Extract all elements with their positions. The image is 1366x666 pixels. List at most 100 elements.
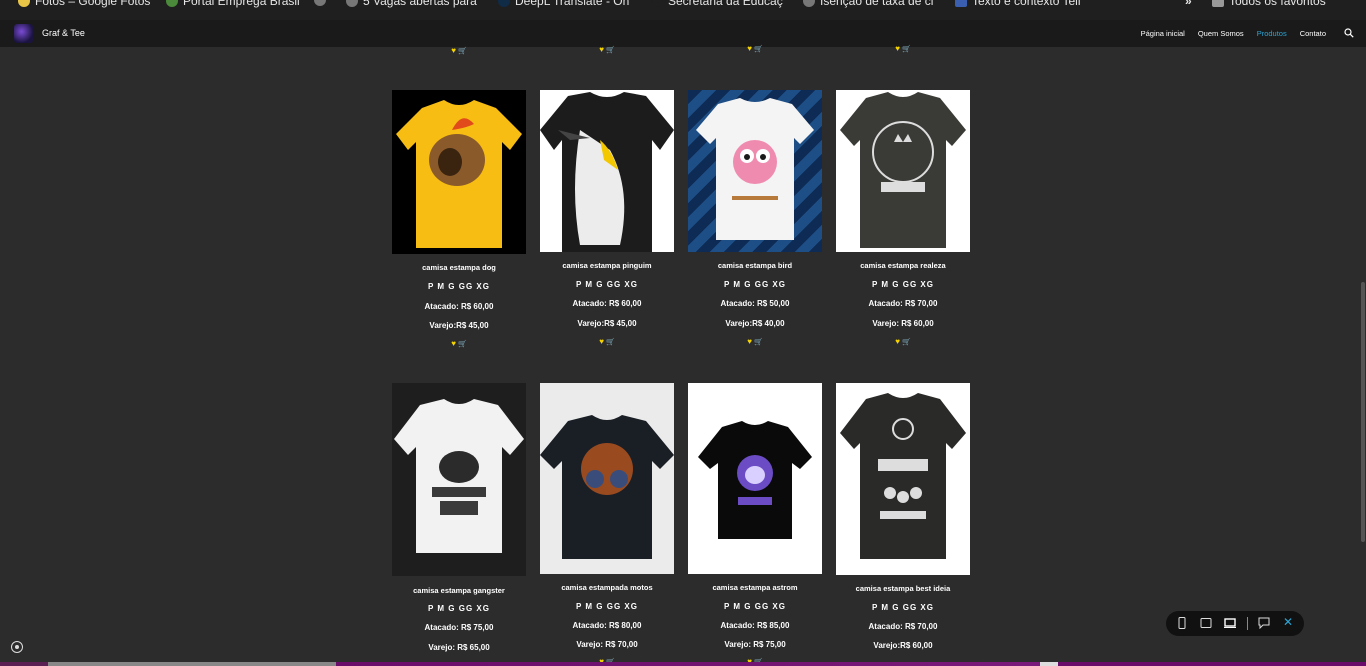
product-sizes: P M G GG XG	[872, 280, 934, 289]
nav-home[interactable]: Página inicial	[1141, 29, 1185, 38]
cart-icon[interactable]: 🛒	[458, 340, 467, 348]
desktop-view-icon[interactable]	[1224, 617, 1236, 629]
nav-about[interactable]: Quem Somos	[1198, 29, 1244, 38]
product-actions: ♥🛒	[688, 44, 822, 53]
product-name[interactable]: camisa estampa best ideia	[836, 584, 970, 593]
product-name[interactable]: camisa estampa pinguim	[540, 261, 674, 270]
scrollbar-thumb[interactable]	[1361, 282, 1365, 542]
bookmark-item[interactable]: Isenção de taxa de ci	[803, 0, 933, 8]
cart-icon[interactable]: 🛒	[754, 45, 763, 53]
product-sizes: P M G GG XG	[428, 282, 490, 291]
close-icon[interactable]: ✕	[1283, 615, 1295, 629]
cart-icon[interactable]: 🛒	[754, 338, 763, 346]
cart-icon[interactable]: 🛒	[458, 47, 467, 55]
site-brand[interactable]: Graf & Tee	[42, 28, 85, 38]
product-actions: ♥🛒	[540, 337, 674, 346]
product-actions: ♥🛒	[688, 337, 822, 346]
product-price-wholesale: Atacado: R$ 80,00	[572, 621, 642, 630]
heart-icon[interactable]: ♥	[599, 337, 604, 346]
product-image[interactable]	[540, 90, 674, 252]
mobile-view-icon[interactable]	[1176, 617, 1188, 629]
bookmark-item[interactable]: DeepL Translate - On	[498, 0, 629, 8]
heart-icon[interactable]: ♥	[895, 44, 900, 53]
product-sizes: P M G GG XG	[724, 280, 786, 289]
product-price-retail: Varejo: R$ 65,00	[428, 643, 490, 652]
bookmark-item[interactable]: Fotos – Google Fotos	[18, 0, 150, 8]
product-image[interactable]	[688, 90, 822, 252]
taskbar-edge	[0, 662, 1366, 666]
product-price-retail: Varejo: R$ 70,00	[576, 640, 638, 649]
cart-icon[interactable]: 🛒	[902, 45, 911, 53]
globe-icon	[803, 0, 815, 7]
product-price-retail: Varejo:R$ 45,00	[429, 321, 489, 330]
product-image[interactable]	[836, 90, 970, 252]
product-sizes: P M G GG XG	[576, 280, 638, 289]
bookmark-item[interactable]: 5 Vagas abertas para	[346, 0, 477, 8]
bookmark-item[interactable]: Texto e contexto Teli	[955, 0, 1081, 8]
product-sizes: P M G GG XG	[724, 602, 786, 611]
all-bookmarks-button[interactable]: Todos os favoritos	[1212, 0, 1326, 8]
product-actions: ♥🛒	[836, 337, 970, 346]
toolbar-divider	[1247, 617, 1248, 630]
product-price-wholesale: Atacado: R$ 75,00	[424, 623, 494, 632]
product-actions: ♥🛒	[540, 45, 674, 54]
product-price-wholesale: Atacado: R$ 70,00	[868, 299, 938, 308]
cart-icon[interactable]: 🛒	[606, 338, 615, 346]
bookmarks-bar: Fotos – Google Fotos Portal Emprega Bras…	[0, 0, 1366, 20]
tablet-view-icon[interactable]	[1200, 617, 1212, 629]
nav-products[interactable]: Produtos	[1257, 29, 1287, 38]
bookmark-item[interactable]	[314, 0, 331, 6]
bookmark-item[interactable]: Portal Emprega Brasil	[166, 0, 300, 8]
nav-contact[interactable]: Contato	[1300, 29, 1326, 38]
product-price-wholesale: Atacado: R$ 60,00	[424, 302, 494, 311]
product-name[interactable]: camisa estampa bird	[688, 261, 822, 270]
product-price-retail: Varejo:R$ 45,00	[577, 319, 637, 328]
product-price-retail: Varejo: R$ 75,00	[724, 640, 786, 649]
cart-icon[interactable]: 🛒	[606, 46, 615, 54]
product-price-wholesale: Atacado: R$ 85,00	[720, 621, 790, 630]
camera-icon[interactable]	[11, 641, 23, 653]
comment-icon[interactable]	[1258, 617, 1270, 629]
product-name[interactable]: camisa estampada motos	[540, 583, 674, 592]
product-image[interactable]	[688, 383, 822, 574]
flag-icon	[166, 0, 178, 7]
product-price-wholesale: Atacado: R$ 70,00	[868, 622, 938, 631]
product-sizes: P M G GG XG	[428, 604, 490, 613]
product-actions: ♥🛒	[392, 339, 526, 348]
bookmarks-overflow-button[interactable]: »	[1185, 0, 1192, 8]
product-image[interactable]	[836, 383, 970, 575]
folder-icon	[1212, 0, 1224, 7]
product-price-retail: Varejo:R$ 60,00	[873, 641, 933, 650]
product-name[interactable]: camisa estampa realeza	[836, 261, 970, 270]
education-icon	[651, 0, 663, 7]
deepl-icon	[498, 0, 510, 7]
heart-icon[interactable]: ♥	[747, 337, 752, 346]
product-price-wholesale: Atacado: R$ 60,00	[572, 299, 642, 308]
product-name[interactable]: camisa estampa dog	[392, 263, 526, 272]
product-name[interactable]: camisa estampa gangster	[392, 586, 526, 595]
document-icon	[955, 0, 967, 7]
product-price-wholesale: Atacado: R$ 50,00	[720, 299, 790, 308]
page-scrollbar[interactable]	[1360, 47, 1366, 660]
product-actions: ♥🛒	[392, 46, 526, 55]
cart-icon[interactable]: 🛒	[902, 338, 911, 346]
product-image[interactable]	[540, 383, 674, 574]
product-image[interactable]	[392, 90, 526, 254]
search-icon[interactable]	[1344, 28, 1354, 38]
heart-icon[interactable]: ♥	[599, 45, 604, 54]
site-logo[interactable]	[14, 24, 33, 43]
heart-icon[interactable]: ♥	[451, 339, 456, 348]
product-price-retail: Varejo: R$ 60,00	[872, 319, 934, 328]
heart-icon[interactable]: ♥	[747, 44, 752, 53]
product-sizes: P M G GG XG	[576, 602, 638, 611]
product-name[interactable]: camisa estampa astrom	[688, 583, 822, 592]
bookmark-item[interactable]: Secretaria da Educaç	[651, 0, 783, 8]
product-price-retail: Varejo:R$ 40,00	[725, 319, 785, 328]
heart-icon[interactable]: ♥	[895, 337, 900, 346]
google-photos-icon	[18, 0, 30, 7]
main-nav: Página inicial Quem Somos Produtos Conta…	[1141, 29, 1326, 38]
globe-icon	[346, 0, 358, 7]
product-image[interactable]	[392, 383, 526, 576]
product-actions: ♥🛒	[836, 44, 970, 53]
heart-icon[interactable]: ♥	[451, 46, 456, 55]
